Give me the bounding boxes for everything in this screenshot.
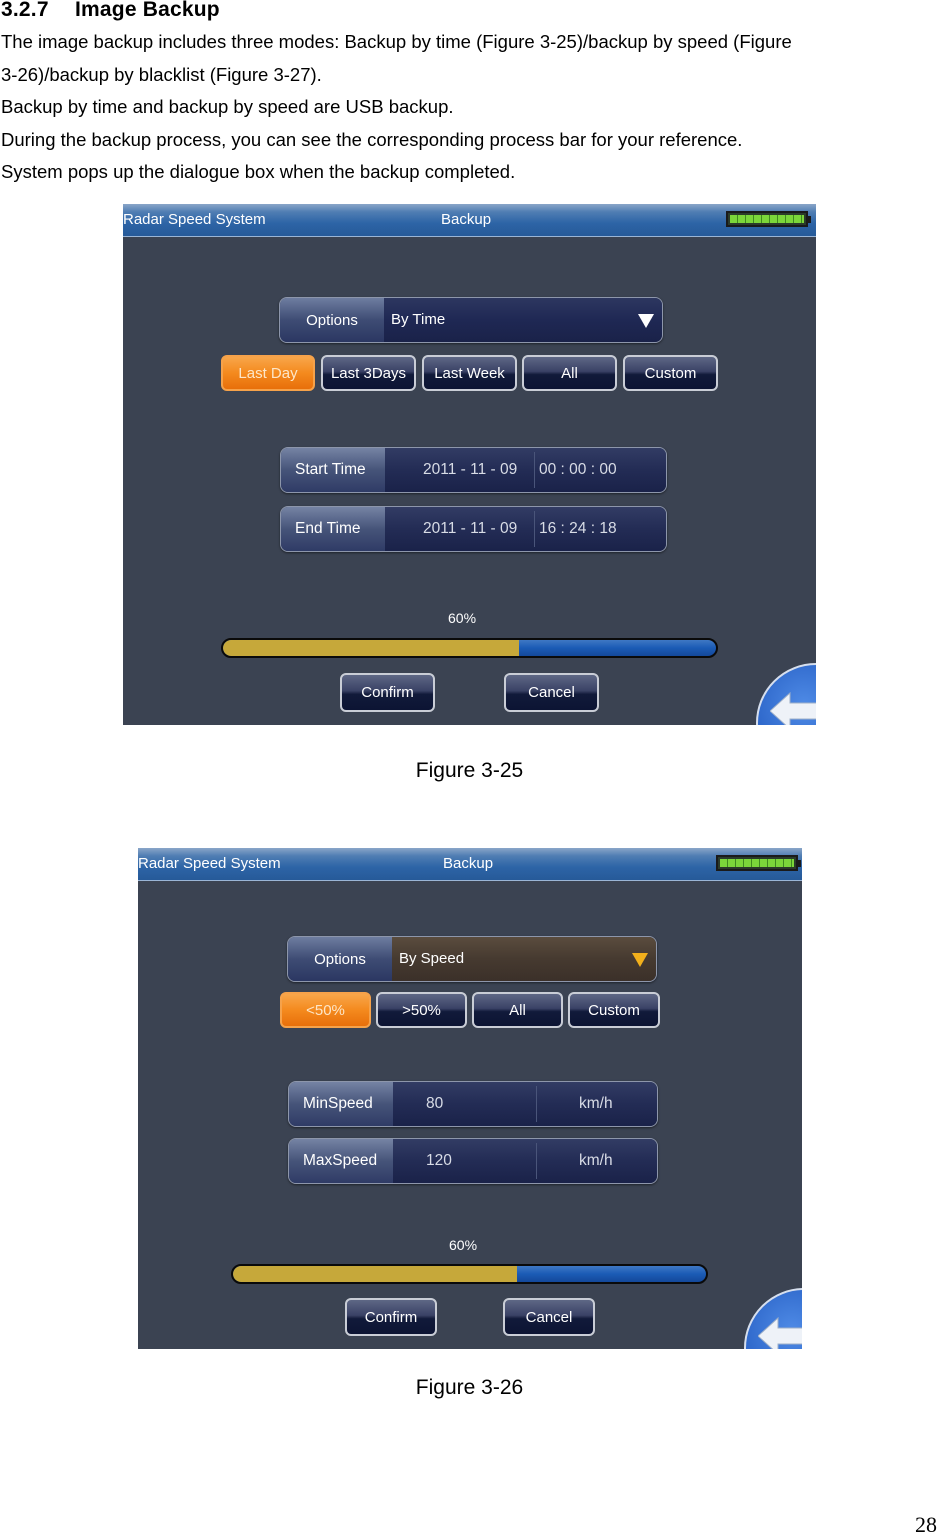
min-speed-label: MinSpeed: [289, 1082, 393, 1126]
end-time-label: End Time: [281, 507, 385, 551]
min-speed-value[interactable]: 80: [426, 1095, 443, 1113]
min-speed-field[interactable]: MinSpeed 80 km/h: [288, 1081, 658, 1127]
page-title: Backup: [441, 211, 492, 228]
cancel-button[interactable]: Cancel: [503, 1298, 595, 1336]
progress-percent: 60%: [449, 1237, 478, 1253]
filter-button-custom[interactable]: Custom: [568, 992, 660, 1028]
back-arrow-icon: [770, 691, 816, 725]
backup-by-speed-screen: Radar Speed System Backup Options By Spe…: [138, 848, 802, 1349]
options-label: Options: [280, 298, 384, 342]
cancel-button[interactable]: Cancel: [504, 673, 599, 712]
back-button[interactable]: [744, 1288, 802, 1349]
filter-button-above-50[interactable]: >50%: [376, 992, 467, 1028]
min-speed-unit: km/h: [579, 1095, 613, 1112]
backup-progress-bar: [231, 1264, 708, 1284]
page-title: Backup: [443, 855, 494, 872]
app-name: Radar Speed System: [123, 211, 266, 228]
section-heading: 3.2.7 Image Backup: [1, 0, 220, 22]
back-arrow-icon: [758, 1316, 802, 1349]
end-date-value[interactable]: 2011 - 11 - 09: [423, 520, 517, 538]
start-time-value[interactable]: 00 : 00 : 00: [539, 461, 617, 479]
dropdown-arrow-icon[interactable]: [632, 953, 648, 967]
max-speed-value[interactable]: 120: [426, 1152, 452, 1170]
paragraph: During the backup process, you can see t…: [1, 129, 743, 150]
page-number: 28: [915, 1512, 937, 1537]
progress-fill: [223, 640, 519, 656]
end-time-field[interactable]: End Time 2011 - 11 - 09 16 : 24 : 18: [280, 506, 667, 552]
paragraph: System pops up the dialogue box when the…: [1, 161, 516, 182]
app-name: Radar Speed System: [138, 855, 281, 872]
start-time-field[interactable]: Start Time 2011 - 11 - 09 00 : 00 : 00: [280, 447, 667, 493]
battery-full-icon: [716, 855, 801, 871]
progress-percent: 60%: [448, 610, 477, 626]
start-date-value[interactable]: 2011 - 11 - 09: [423, 461, 517, 479]
paragraph: 3-26)/backup by blacklist (Figure 3-27).: [1, 64, 322, 85]
confirm-button[interactable]: Confirm: [345, 1298, 437, 1336]
title-bar: Radar Speed System Backup: [123, 204, 816, 237]
options-dropdown[interactable]: Options By Speed: [287, 936, 657, 982]
figure-caption: Figure 3-26: [415, 1376, 524, 1399]
options-selected-value: By Time: [391, 311, 446, 328]
paragraph: The image backup includes three modes: B…: [1, 31, 792, 52]
figure-caption: Figure 3-25: [415, 759, 524, 782]
filter-button-last-day[interactable]: Last Day: [221, 355, 315, 391]
filter-button-last-3days[interactable]: Last 3Days: [321, 355, 416, 391]
filter-button-below-50[interactable]: <50%: [280, 992, 371, 1028]
options-dropdown[interactable]: Options By Time: [279, 297, 663, 343]
battery-full-icon: [726, 211, 811, 227]
confirm-button[interactable]: Confirm: [340, 673, 435, 712]
filter-button-all[interactable]: All: [472, 992, 563, 1028]
max-speed-field[interactable]: MaxSpeed 120 km/h: [288, 1138, 658, 1184]
options-selected-value: By Speed: [399, 950, 465, 967]
max-speed-unit: km/h: [579, 1152, 613, 1169]
title-bar: Radar Speed System Backup: [138, 848, 802, 881]
filter-button-last-week[interactable]: Last Week: [422, 355, 517, 391]
back-button[interactable]: [756, 663, 816, 725]
dropdown-arrow-icon[interactable]: [638, 314, 654, 328]
backup-progress-bar: [221, 638, 718, 658]
start-time-label: Start Time: [281, 448, 385, 492]
section-title: Image Backup: [75, 0, 220, 21]
progress-fill: [233, 1266, 517, 1282]
filter-button-custom[interactable]: Custom: [623, 355, 718, 391]
paragraph: Backup by time and backup by speed are U…: [1, 96, 454, 117]
options-label: Options: [288, 937, 392, 981]
backup-by-time-screen: Radar Speed System Backup Options By Tim…: [123, 204, 816, 725]
filter-button-all[interactable]: All: [522, 355, 617, 391]
section-number: 3.2.7: [1, 0, 49, 21]
end-time-value[interactable]: 16 : 24 : 18: [539, 520, 617, 538]
max-speed-label: MaxSpeed: [289, 1139, 393, 1183]
